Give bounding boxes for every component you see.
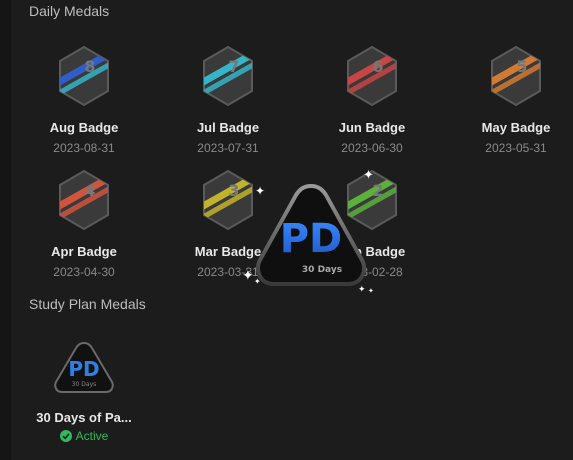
apr-medal-icon: 4 [59,169,109,231]
badge-name: May Badge [481,120,551,135]
badge-name: Jul Badge [196,120,260,135]
sparkle-icon: ✦ [255,184,266,198]
sparkle-icon: ✦ [254,277,261,286]
badge-name: Apr Badge [51,244,117,259]
badge-name: Aug Badge [49,120,119,135]
medals-page: Daily Medals 8 Aug Badge 2023-08-31 7 Ju… [0,0,573,460]
badge-date: 2023-08-31 [53,141,115,155]
svg-text:8: 8 [84,57,95,76]
study-badge-name: 30 Days of Pa... [36,410,132,425]
left-panel-edge [0,0,11,460]
pd-logo-text: PD [68,357,99,381]
badge-date: 2023-04-30 [53,265,115,279]
popup-logo-sub: 30 Days [302,265,342,275]
status-label: Active [75,429,109,443]
sparkle-icon: ✦ [358,284,366,294]
badge-date: 2023-07-31 [197,141,259,155]
sparkle-icon: ✦ [363,167,374,182]
badge-may[interactable]: 5 May Badge 2023-05-31 [456,44,573,155]
badge-aug[interactable]: 8 Aug Badge 2023-08-31 [24,44,144,155]
svg-text:6: 6 [372,57,383,76]
svg-text:4: 4 [84,181,95,200]
popup-logo-text: PD [280,216,343,262]
daily-medals-title: Daily Medals [29,3,110,19]
active-status: Active [59,429,109,443]
svg-text:5: 5 [516,57,527,76]
check-circle-icon [59,430,72,442]
badge-apr[interactable]: 4 Apr Badge 2023-04-30 [24,168,144,279]
pd-30-days-medal-icon: PD 30 Days [54,341,114,393]
jul-medal-icon: 7 [203,45,253,107]
badge-name: Jun Badge [338,120,406,135]
badge-date: 2023-06-30 [341,141,403,155]
badge-jul[interactable]: 7 Jul Badge 2023-07-31 [168,44,288,155]
badge-date: 2023-05-31 [485,141,547,155]
pd-logo-sub: 30 Days [72,381,97,388]
may-medal-icon: 5 [491,45,541,107]
svg-text:7: 7 [228,57,239,76]
badge-jun[interactable]: 6 Jun Badge 2023-06-30 [312,44,432,155]
sparkle-icon: ✦ [242,267,254,283]
study-plan-badge[interactable]: PD 30 Days 30 Days of Pa... Active [24,340,144,447]
aug-medal-icon: 8 [59,45,109,107]
study-plan-medals-title: Study Plan Medals [29,296,146,312]
badge-preview-popup: PD 30 Days ✦ ✦ ✦ ✦ ✦ ✦ [236,168,386,308]
jun-medal-icon: 6 [347,45,397,107]
sparkle-icon: ✦ [368,288,374,295]
